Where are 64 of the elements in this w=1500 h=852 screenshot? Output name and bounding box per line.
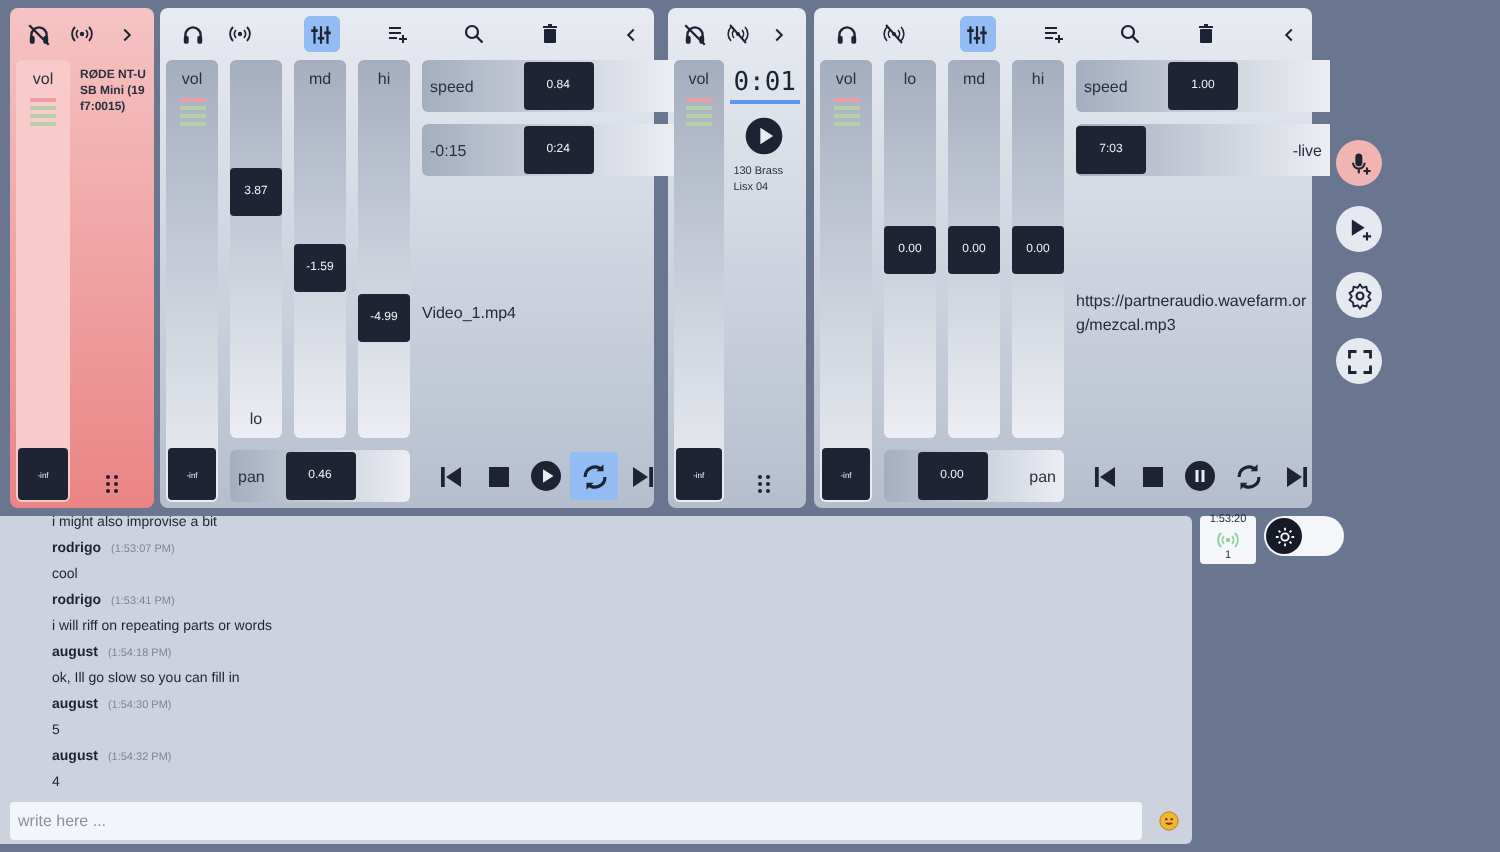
broadcast-off-icon: [882, 22, 906, 46]
smiley-icon: [1157, 810, 1179, 832]
headphones-icon: [833, 21, 859, 47]
loop-button[interactable]: [570, 452, 618, 500]
fader-label: hi: [377, 68, 391, 92]
search-icon: [1117, 22, 1141, 46]
level-meter-drawing: [685, 98, 712, 126]
pause-icon: [1182, 458, 1218, 494]
slider-label: pan: [238, 467, 265, 485]
equalizer-icon: [964, 21, 990, 47]
broadcast-icon: [1216, 527, 1240, 551]
trash-icon: [1193, 22, 1217, 46]
broadcast-icon: [70, 22, 94, 46]
search-icon: [461, 22, 485, 46]
file-name: Video_1.mp4: [422, 301, 518, 326]
slider-label: pan: [1029, 467, 1056, 485]
play-button[interactable]: [742, 114, 787, 158]
broadcast-icon: [228, 22, 252, 46]
broadcast-off-icon: [725, 22, 749, 46]
playlist-add-icon: [1041, 22, 1065, 46]
play-icon: [742, 114, 787, 158]
skip-previous-icon: [1089, 461, 1119, 491]
playback-time: 0:01: [729, 68, 800, 104]
fader-label: vol: [835, 68, 857, 92]
level-meter-drawing: [30, 98, 56, 126]
play-icon: [528, 458, 564, 494]
trash-icon: [537, 22, 561, 46]
grip-icon: [100, 472, 124, 496]
stop-icon: [1137, 461, 1167, 491]
skip-previous-icon: [435, 461, 465, 491]
headphones-off-icon: [682, 21, 708, 47]
slider-label: -live: [1292, 141, 1322, 159]
fader-label: vol: [32, 68, 54, 92]
theme-toggle[interactable]: [1264, 516, 1344, 556]
equalizer-button[interactable]: [303, 16, 339, 52]
fullscreen-button[interactable]: [1336, 338, 1382, 384]
slider-label: -0:15: [430, 141, 467, 159]
message-input[interactable]: write here ...: [10, 802, 1142, 840]
level-meter-drawing: [833, 98, 859, 126]
file-name: https://partneraudio.wavefarm.org/mezcal.mp3: [1076, 290, 1309, 338]
slider-label: speed: [430, 77, 474, 95]
stop-icon: [483, 461, 513, 491]
sun-icon: [1273, 525, 1295, 547]
equalizer-icon: [308, 21, 334, 47]
settings-button[interactable]: [1336, 272, 1382, 318]
add-input-button[interactable]: [1336, 140, 1382, 186]
fullscreen-icon: [1345, 347, 1373, 375]
slider-label: speed: [1084, 77, 1128, 95]
playlist-add-icon: [385, 22, 409, 46]
equalizer-button[interactable]: [959, 16, 995, 52]
headphones-off-icon: [25, 21, 51, 47]
skip-next-icon: [627, 461, 657, 491]
skip-next-icon: [1281, 461, 1311, 491]
add-player-button[interactable]: [1336, 206, 1382, 252]
level-meter-drawing: [179, 98, 205, 126]
fader-label: lo: [249, 408, 263, 432]
fader-label: lo: [903, 68, 917, 92]
settings-icon: [1345, 281, 1373, 309]
fader-label: vol: [688, 68, 709, 92]
fader-label: md: [962, 68, 986, 92]
fader-label: vol: [181, 68, 203, 92]
headphones-icon: [179, 21, 205, 47]
fader-label: hi: [1031, 68, 1045, 92]
fader-label: md: [308, 68, 332, 92]
